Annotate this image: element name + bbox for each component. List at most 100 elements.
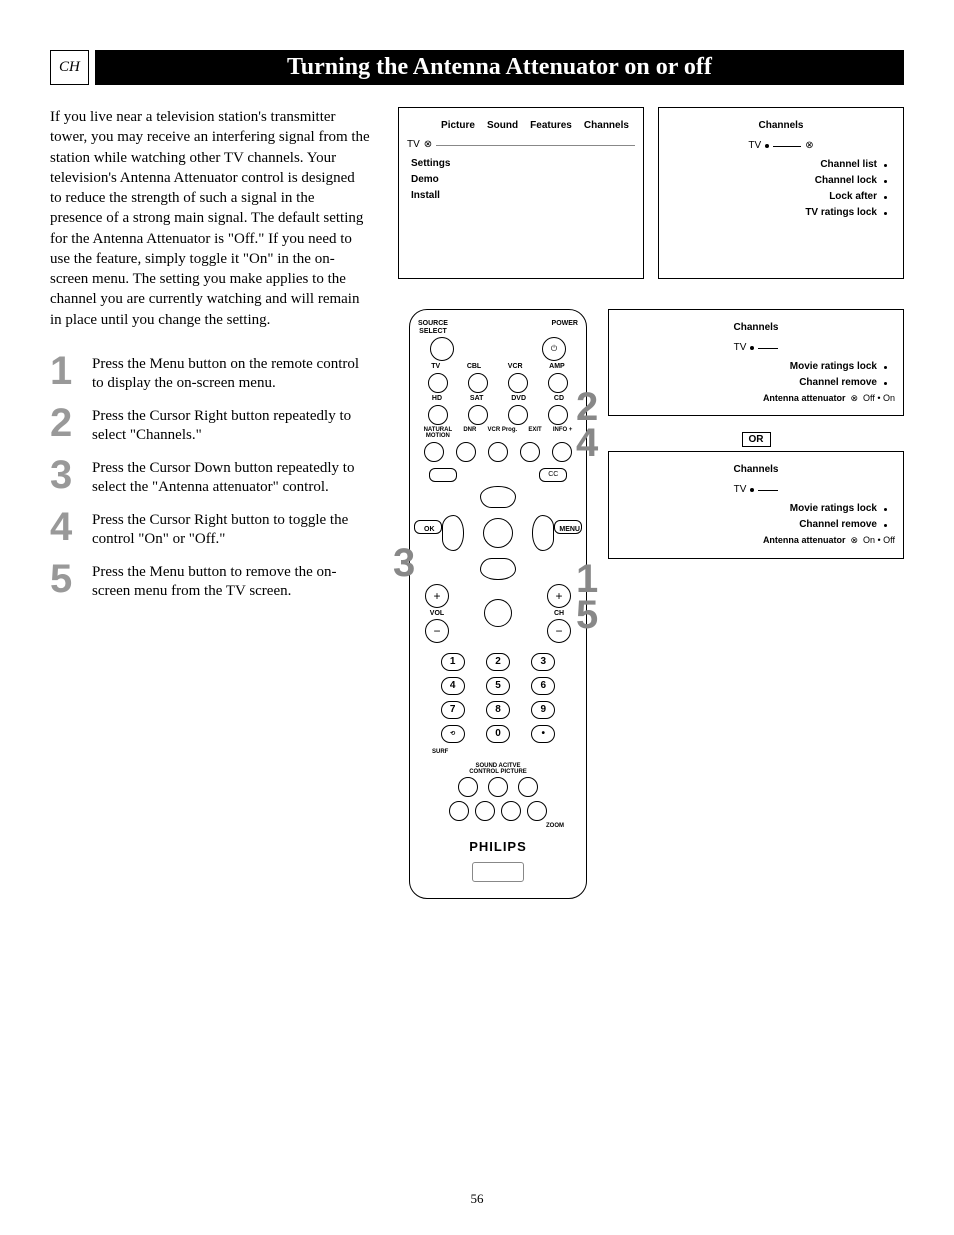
tv-label: TV <box>734 340 747 356</box>
step-4: 4 Press the Cursor Right button to toggl… <box>50 508 370 550</box>
step-number: 5 <box>50 560 92 602</box>
osd-main-menu: Picture Sound Features Channels TV⊗ Sett… <box>398 107 644 279</box>
lbl: DNR <box>463 427 476 440</box>
osd-attenuator-off: Channels TV Movie ratings lock Channel r… <box>608 309 904 416</box>
cursor-left[interactable] <box>442 515 464 551</box>
mute-button[interactable] <box>484 599 512 627</box>
menu-item: Channel remove <box>617 375 877 391</box>
key-5[interactable]: 5 <box>486 677 510 695</box>
key-6[interactable]: 6 <box>531 677 555 695</box>
extra-button[interactable] <box>475 801 495 821</box>
lbl: HD <box>432 395 442 403</box>
surf-button[interactable]: ⟲ <box>441 725 465 743</box>
step-number: 4 <box>50 508 92 550</box>
attenuator-state: Off • On <box>863 391 895 405</box>
active-control-button[interactable] <box>488 777 508 797</box>
picture-button[interactable] <box>518 777 538 797</box>
tab-sound: Sound <box>487 118 518 134</box>
key-2[interactable]: 2 <box>486 653 510 671</box>
step-text: Press the Menu button to remove the on-s… <box>92 560 370 602</box>
page-title: Turning the Antenna Attenuator on or off <box>95 50 904 85</box>
cbl-button[interactable] <box>468 373 488 393</box>
source-button[interactable] <box>430 337 454 361</box>
menu-item: Demo <box>411 172 635 188</box>
attenuator-state: On • Off <box>863 533 895 547</box>
dot-button[interactable]: • <box>531 725 555 743</box>
cd-button[interactable] <box>548 405 568 425</box>
tv-label: TV <box>407 137 420 153</box>
step-number: 1 <box>50 352 92 394</box>
amp-button[interactable] <box>548 373 568 393</box>
lbl: VCR <box>508 363 523 371</box>
motion-button[interactable] <box>424 442 444 462</box>
callout-3: 3 <box>393 541 415 586</box>
sound-button[interactable] <box>458 777 478 797</box>
menu-item: Install <box>411 188 635 204</box>
key-9[interactable]: 9 <box>531 701 555 719</box>
menu-title: Channels <box>617 320 895 336</box>
ch-up[interactable]: + <box>547 584 571 608</box>
cursor-center[interactable] <box>483 518 513 548</box>
tv-button[interactable] <box>428 373 448 393</box>
lbl: DVD <box>511 395 526 403</box>
menu-item: Movie ratings lock <box>617 359 877 375</box>
lbl: NATURAL MOTION <box>424 427 453 440</box>
osd-attenuator-on: Channels TV Movie ratings lock Channel r… <box>608 451 904 558</box>
step-2: 2 Press the Cursor Right button repeated… <box>50 404 370 446</box>
ok-button[interactable] <box>414 520 442 534</box>
power-button[interactable]: ⏻ <box>542 337 566 361</box>
ch-label: CH <box>554 610 564 617</box>
cc-button[interactable]: CC <box>539 468 567 482</box>
menu-item: Lock after <box>667 189 877 205</box>
step-text: Press the Cursor Down button repeatedly … <box>92 456 370 498</box>
extra-button[interactable] <box>449 801 469 821</box>
menu-item: Channel list <box>667 157 877 173</box>
lbl: EXIT <box>528 427 541 440</box>
osd-channels-menu: Channels TV⊗ Channel list Channel lock L… <box>658 107 904 279</box>
info-button[interactable] <box>552 442 572 462</box>
key-1[interactable]: 1 <box>441 653 465 671</box>
vcr-button[interactable] <box>508 373 528 393</box>
key-4[interactable]: 4 <box>441 677 465 695</box>
vol-down[interactable]: − <box>425 619 449 643</box>
attenuator-label: Antenna attenuator <box>763 533 846 547</box>
step-text: Press the Menu button on the remote cont… <box>92 352 370 394</box>
step-5: 5 Press the Menu button to remove the on… <box>50 560 370 602</box>
tv-label: TV <box>748 138 761 154</box>
step-3: 3 Press the Cursor Down button repeatedl… <box>50 456 370 498</box>
exit-button[interactable] <box>520 442 540 462</box>
dvd-button[interactable] <box>508 405 528 425</box>
ch-down[interactable]: − <box>547 619 571 643</box>
lbl: CBL <box>467 363 481 371</box>
dnr-button[interactable] <box>456 442 476 462</box>
cursor-down[interactable] <box>480 558 516 580</box>
extra-button[interactable] <box>501 801 521 821</box>
menu-title: Channels <box>617 462 895 478</box>
key-0[interactable]: 0 <box>486 725 510 743</box>
vcrprog-button[interactable] <box>488 442 508 462</box>
section-code: CH <box>50 50 89 85</box>
menu-title: Channels <box>667 118 895 134</box>
key-7[interactable]: 7 <box>441 701 465 719</box>
menu-item: TV ratings lock <box>667 205 877 221</box>
lbl: SAT <box>470 395 483 403</box>
bottom-labels: SOUND ACITVE CONTROL PICTURE <box>418 763 578 775</box>
key-3[interactable]: 3 <box>531 653 555 671</box>
cursor-up[interactable] <box>480 486 516 508</box>
hd-button[interactable] <box>428 405 448 425</box>
lbl: INFO + <box>553 427 573 440</box>
key-8[interactable]: 8 <box>486 701 510 719</box>
sat-button[interactable] <box>468 405 488 425</box>
menu-item: Channel remove <box>617 517 877 533</box>
menu-item: Settings <box>411 156 635 172</box>
page-number: 56 <box>0 1191 954 1207</box>
dpad: OK MENU <box>438 488 558 578</box>
cursor-right[interactable] <box>532 515 554 551</box>
vol-up[interactable]: + <box>425 584 449 608</box>
menu-button[interactable] <box>554 520 582 534</box>
lbl: CD <box>554 395 564 403</box>
lbl: TV <box>431 363 440 371</box>
remote-control: SOURCE SELECTPOWER ⏻ TVCBLVCRAMP HDSATDV… <box>409 309 587 899</box>
format-button[interactable] <box>429 468 457 482</box>
zoom-button[interactable] <box>527 801 547 821</box>
